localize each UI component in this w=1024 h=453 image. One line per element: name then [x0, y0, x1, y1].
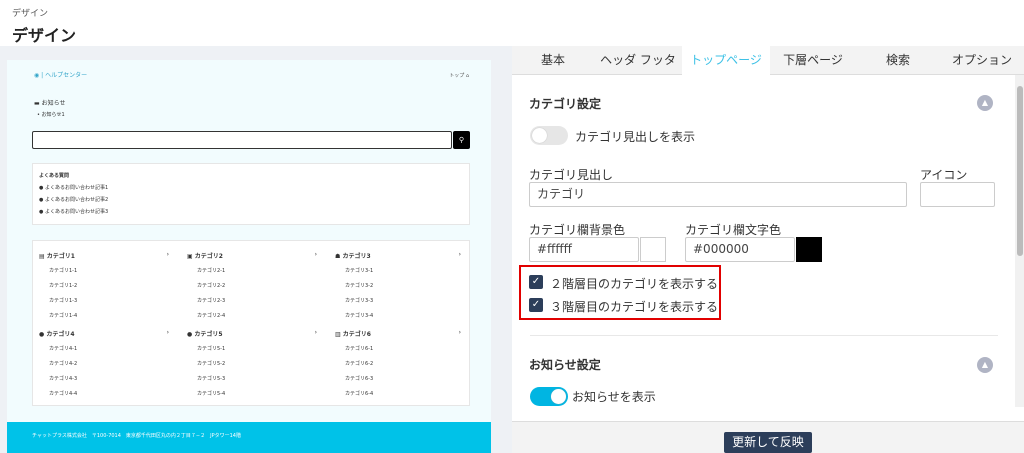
tab-options[interactable]: オプション [940, 46, 1024, 75]
collapse-icon[interactable]: ▲ [977, 95, 993, 111]
icon-field-label: アイコン [920, 168, 968, 182]
preview-search-input [32, 131, 452, 149]
preview-search-icon: ⚲ [453, 131, 470, 149]
update-button[interactable]: 更新して反映 [724, 432, 812, 453]
heading-field[interactable]: カテゴリ [529, 182, 907, 207]
tab-top-page[interactable]: トップページ [682, 46, 770, 75]
tab-bar: 基本 ヘッダ フッタ トップページ 下層ページ 検索 オプション [512, 46, 1024, 75]
page-header: デザイン デザイン [0, 0, 1024, 46]
category-settings-title: カテゴリ設定 [529, 97, 602, 111]
preview-top-link: トップ ⌂ [449, 73, 469, 79]
show-news-label: お知らせを表示 [572, 390, 656, 404]
preview-faq: よくある質問 ● よくあるお問い合わせ記事1 ● よくあるお問い合わせ記事2 ●… [32, 163, 470, 225]
breadcrumb[interactable]: デザイン [12, 6, 48, 19]
preview-category: ● カテゴリ5 › カテゴリ5-1 カテゴリ5-2 カテゴリ5-3 カテゴリ5-4 [187, 329, 317, 397]
bg-color-field[interactable]: #ffffff [529, 237, 639, 262]
preview-category: ☗ カテゴリ3 › カテゴリ3-1 カテゴリ3-2 カテゴリ3-3 カテゴリ3-4 [335, 251, 461, 319]
bg-color-label: カテゴリ欄背景色 [529, 223, 626, 237]
show-news-toggle[interactable] [530, 387, 568, 406]
preview-category: ▣ カテゴリ2 › カテゴリ2-1 カテゴリ2-2 カテゴリ2-3 カテゴリ2-4 [187, 251, 317, 319]
page-title: デザイン [12, 26, 77, 45]
section-divider [530, 335, 998, 336]
scrollbar-thumb[interactable] [1017, 86, 1023, 256]
preview-category: ● カテゴリ4 › カテゴリ4-1 カテゴリ4-2 カテゴリ4-3 カテゴリ4-4 [39, 329, 169, 397]
tab-search[interactable]: 検索 [856, 46, 940, 75]
text-color-field[interactable]: #000000 [685, 237, 795, 262]
tab-header-footer[interactable]: ヘッダ フッタ [594, 46, 682, 75]
preview-logo: ◉ | ヘルプセンター [34, 72, 88, 79]
preview-footer: チャットプラス株式会社 〒100-7014 東京都千代田区丸の内２丁目７−２ J… [7, 422, 491, 453]
tab-basic[interactable]: 基本 [512, 46, 594, 75]
icon-field[interactable] [920, 182, 995, 207]
bg-color-swatch[interactable] [640, 237, 666, 262]
preview-page: ◉ | ヘルプセンター トップ ⌂ ▬ お知らせ • お知らせ1 ⚲ よくある質… [7, 60, 491, 453]
preview-categories: ▤ カテゴリ1 › カテゴリ1-1 カテゴリ1-2 カテゴリ1-3 カテゴリ1-4 ▣ … [32, 240, 470, 406]
show-heading-toggle[interactable] [530, 126, 568, 145]
preview-category: ▥ カテゴリ6 › カテゴリ6-1 カテゴリ6-2 カテゴリ6-3 カテゴリ6-4 [335, 329, 461, 397]
highlight-box [519, 265, 721, 320]
preview-area: ◉ | ヘルプセンター トップ ⌂ ▬ お知らせ • お知らせ1 ⚲ よくある質… [0, 46, 512, 453]
tab-sub-page[interactable]: 下層ページ [770, 46, 856, 75]
show-heading-label: カテゴリ見出しを表示 [575, 130, 696, 144]
preview-category: ▤ カテゴリ1 › カテゴリ1-1 カテゴリ1-2 カテゴリ1-3 カテゴリ1-4 [39, 251, 169, 319]
news-settings-title: お知らせ設定 [529, 358, 601, 372]
collapse-icon[interactable]: ▲ [977, 357, 993, 373]
heading-field-label: カテゴリ見出し [529, 168, 614, 182]
preview-news: ▬ お知らせ • お知らせ1 [34, 100, 66, 118]
text-color-swatch[interactable] [796, 237, 822, 262]
text-color-label: カテゴリ欄文字色 [685, 223, 782, 237]
